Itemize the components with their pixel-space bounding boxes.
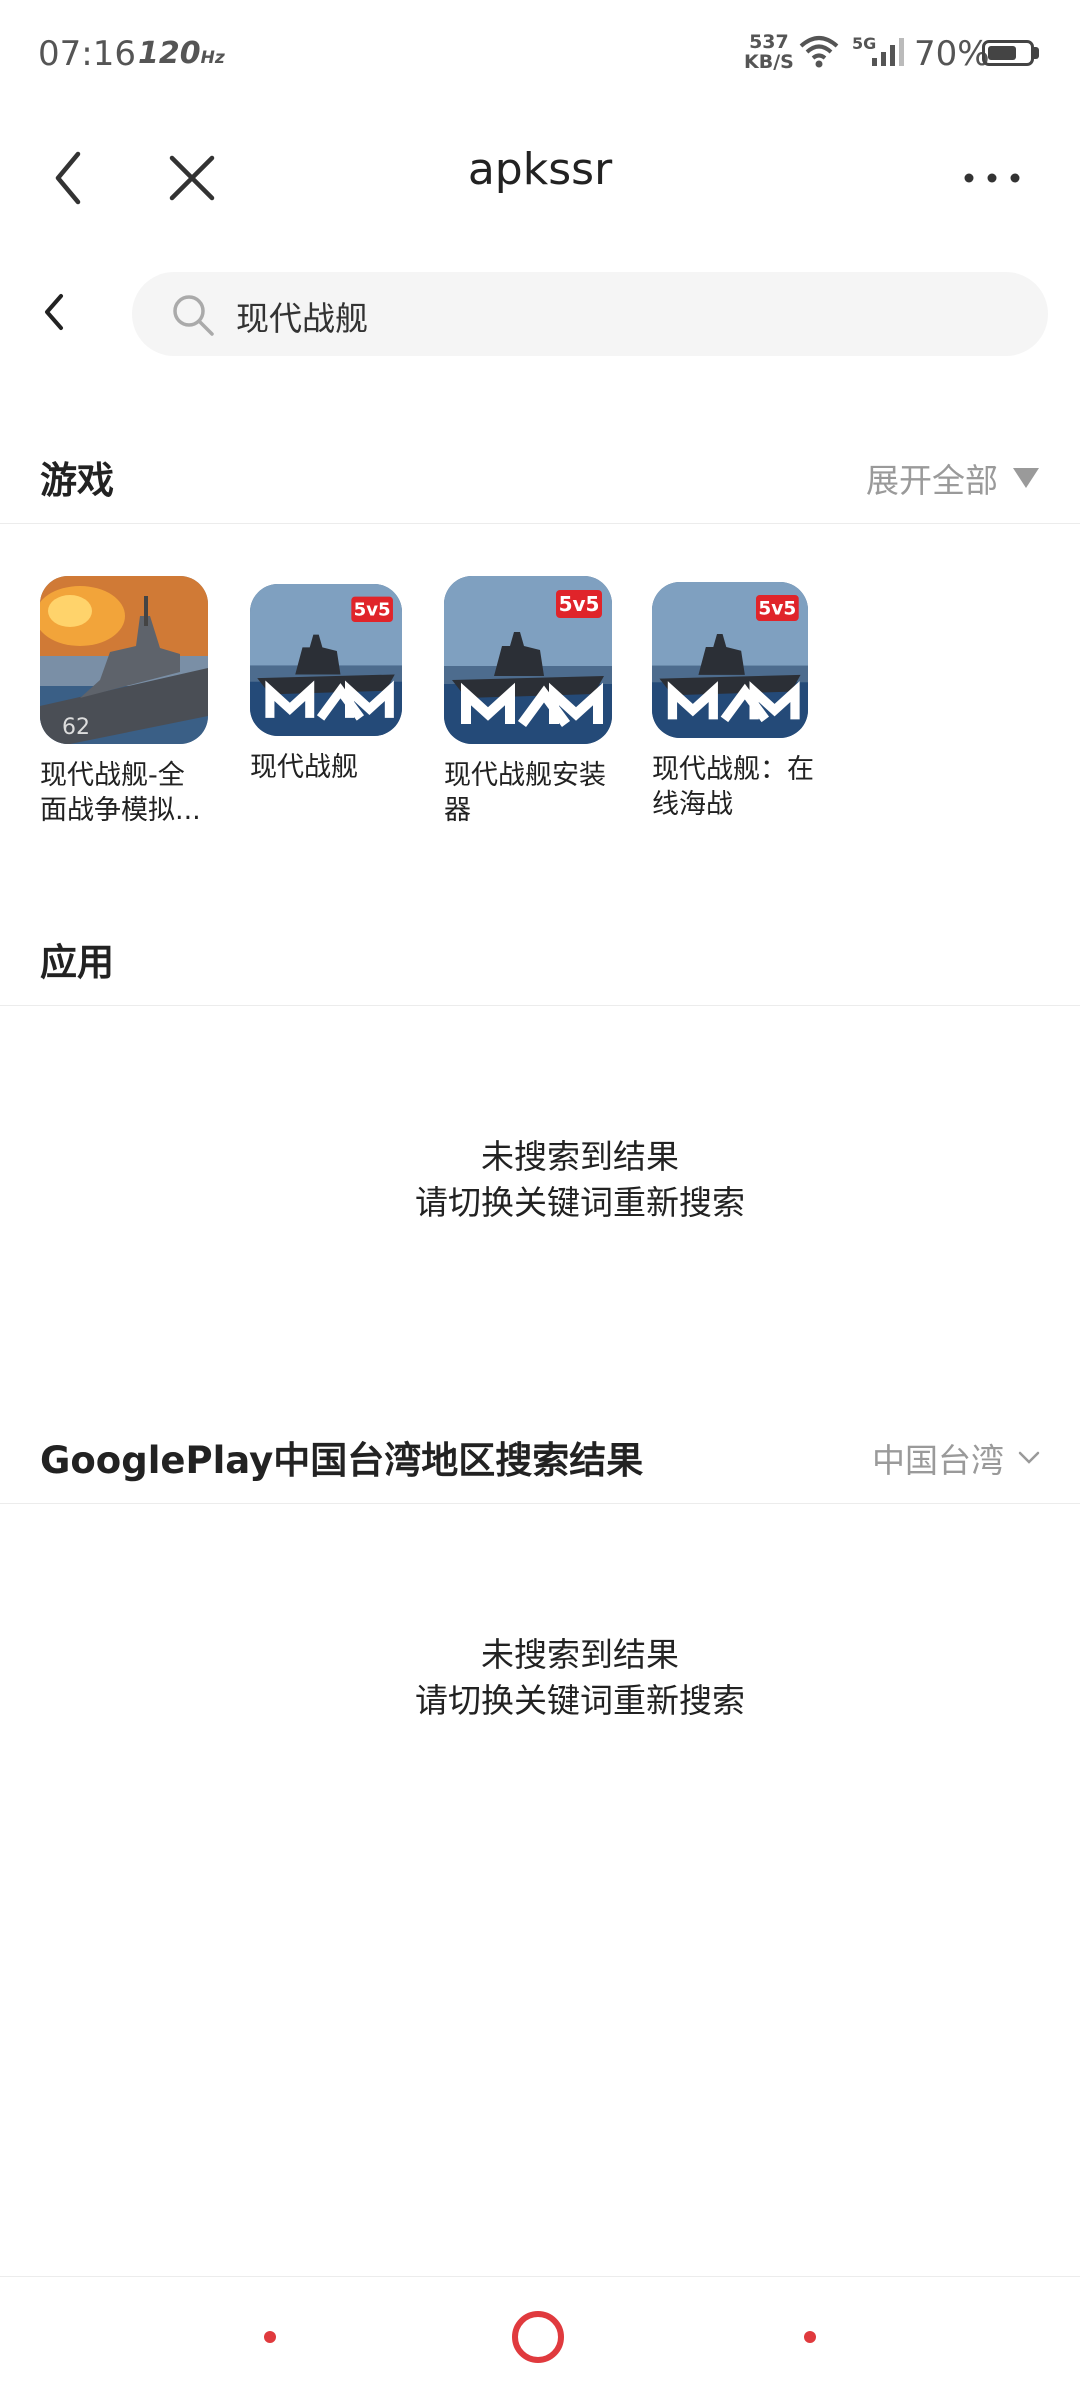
signal-icon [872, 38, 904, 66]
badge-text: 5v5 [354, 600, 391, 621]
search-query: 现代战舰 [236, 299, 368, 338]
navigation-bar [0, 2276, 1080, 2400]
battleship-game-icon: 62 [40, 576, 208, 744]
refresh-rate: 120Hz [138, 36, 225, 71]
svg-text:62: 62 [62, 715, 90, 740]
triangle-down-icon [1013, 468, 1039, 488]
game-name: 现代战舰 [250, 752, 358, 783]
region-selector[interactable]: 中国台湾 [872, 1434, 1040, 1482]
empty-hint: 请切换关键词重新搜索 [415, 1183, 745, 1222]
search-row: 现代战舰 [0, 262, 1080, 362]
modern-warships-icon: 5v5 [444, 576, 612, 744]
close-button[interactable] [152, 138, 232, 218]
search-input[interactable]: 现代战舰 [132, 272, 1048, 356]
recent-apps-button[interactable] [264, 2331, 276, 2343]
games-section-header: 游戏 展开全部 [0, 424, 1080, 524]
status-time: 07:16 [38, 34, 136, 74]
game-name: 现代战舰：在线海战 [652, 754, 814, 820]
page-title: apkssr [467, 144, 613, 195]
badge-text: 5v5 [559, 592, 600, 616]
home-button[interactable] [512, 2311, 564, 2363]
game-item[interactable]: 5v5 现代战舰 [250, 576, 430, 785]
modern-warships-icon: 5v5 [250, 584, 402, 736]
empty-message: 未搜索到结果 [481, 1635, 679, 1674]
apps-section-header: 应用 [0, 906, 1080, 1006]
googleplay-section-header: GooglePlay中国台湾地区搜索结果 中国台湾 [0, 1404, 1080, 1504]
more-button[interactable] [952, 138, 1032, 218]
game-item[interactable]: 62 现代战舰-全面战争模拟... [40, 576, 220, 828]
game-name: 现代战舰安装器 [444, 760, 606, 826]
network-speed: 537 KB/S [744, 31, 794, 73]
back-nav-button[interactable] [804, 2331, 816, 2343]
battery-percent: 70% [914, 34, 990, 74]
status-bar: 07:16 120Hz 537 KB/S 5G 70% [0, 0, 1080, 110]
battery-icon [982, 40, 1034, 66]
more-icon [964, 173, 1020, 183]
apps-empty-state: 未搜索到结果 请切换关键词重新搜索 [0, 1134, 1080, 1226]
search-icon [173, 295, 214, 336]
games-section-title: 游戏 [40, 459, 114, 502]
modern-warships-icon: 5v5 [652, 582, 808, 738]
empty-message: 未搜索到结果 [481, 1137, 679, 1176]
expand-all-button[interactable]: 展开全部 [866, 454, 1040, 502]
empty-hint: 请切换关键词重新搜索 [415, 1681, 745, 1720]
chevron-down-icon [1018, 1451, 1040, 1464]
googleplay-section-title: GooglePlay中国台湾地区搜索结果 [40, 1439, 644, 1482]
back-icon [55, 151, 81, 205]
googleplay-empty-state: 未搜索到结果 请切换关键词重新搜索 [0, 1632, 1080, 1724]
game-item[interactable]: 5v5 现代战舰：在线海战 [652, 576, 832, 822]
game-name: 现代战舰-全面战争模拟... [40, 760, 201, 826]
apps-section-title: 应用 [40, 941, 114, 984]
game-item[interactable]: 5v5 现代战舰安装器 [444, 576, 624, 828]
wifi-icon [799, 36, 839, 68]
app-header: apkssr [0, 110, 1080, 240]
game-list: 62 现代战舰-全面战争模拟... 5v5 现代战舰 5v5 现代战舰安装器 5… [0, 576, 1080, 856]
chevron-left-icon [45, 294, 63, 330]
close-icon [169, 155, 215, 201]
search-back-button[interactable] [22, 280, 86, 344]
back-button[interactable] [28, 138, 108, 218]
badge-text: 5v5 [758, 599, 796, 620]
